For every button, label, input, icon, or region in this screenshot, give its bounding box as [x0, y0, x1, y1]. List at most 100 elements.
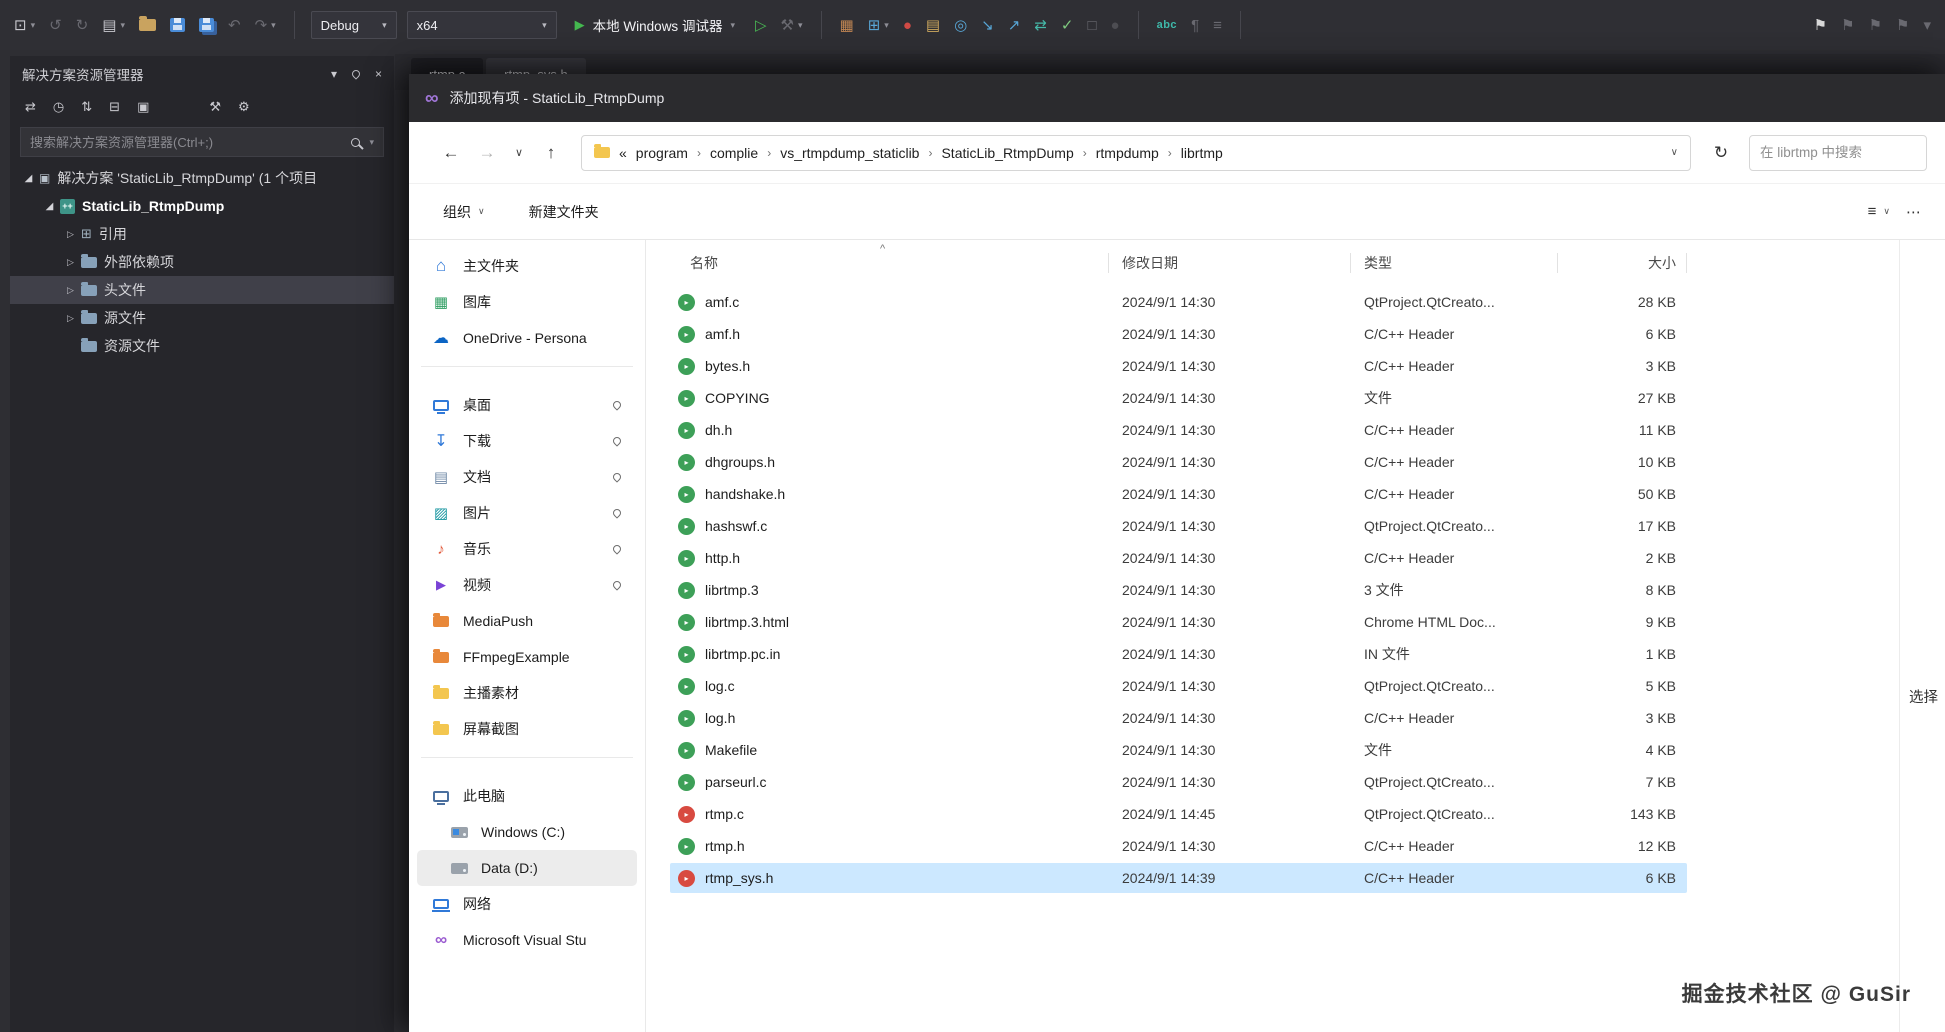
file-row-18[interactable]: ▸ rtmp_sys.h 2024/9/1 14:39 C/C++ Header 6 K… [646, 862, 1899, 894]
configuration-combo[interactable]: Debug ▾ [310, 11, 397, 39]
column-header-date[interactable]: 修改日期 [1108, 240, 1350, 286]
file-row-0[interactable]: ▸ amf.c 2024/9/1 14:30 QtProject.QtCreato..… [646, 286, 1899, 318]
sidebar-item-3[interactable]: 桌面 [417, 387, 637, 423]
breadcrumb-segment[interactable]: program [636, 145, 688, 161]
file-row-11[interactable]: ▸ librtmp.pc.in 2024/9/1 14:30 IN 文件 1 KB [646, 638, 1899, 670]
sync-active-document-icon[interactable]: ⇅ [81, 99, 92, 115]
line-list-icon[interactable]: ≡ [1211, 17, 1224, 34]
tree-item-6[interactable]: 资源文件 [10, 332, 394, 360]
start-without-debug-icon[interactable]: ▷ [753, 16, 769, 34]
recent-locations-button[interactable]: ∨ [505, 146, 533, 159]
back-button[interactable]: ← [433, 143, 469, 163]
tree-collapsed-arrow-icon[interactable]: ▷ [62, 229, 79, 240]
bookmark-icon[interactable]: ⚑ [1812, 16, 1829, 34]
up-button[interactable]: ↑ [533, 143, 569, 163]
sidebar-item-15[interactable]: Data (D:) [417, 850, 637, 886]
tree-expanded-arrow-icon[interactable]: ◢ [41, 201, 58, 212]
search-code-icon[interactable]: ◎ [952, 16, 969, 34]
file-row-2[interactable]: ▸ bytes.h 2024/9/1 14:30 C/C++ Header 3 KB [646, 350, 1899, 382]
toolbar-overflow-icon[interactable]: ▾ [1921, 16, 1933, 34]
build-target-icon[interactable]: ⚒ ▾ [779, 16, 805, 34]
auto-hide-pin-icon[interactable] [350, 68, 362, 80]
sidebar-item-11[interactable]: 主播素材 [417, 675, 637, 711]
file-row-10[interactable]: ▸ librtmp.3.html 2024/9/1 14:30 Chrome HTML… [646, 606, 1899, 638]
sidebar-item-5[interactable]: ▤ 文档 [417, 459, 637, 495]
address-dropdown-icon[interactable]: ∨ [1671, 147, 1678, 158]
tree-collapsed-arrow-icon[interactable]: ▷ [62, 313, 79, 324]
sidebar-item-9[interactable]: MediaPush [417, 603, 637, 639]
sidebar-item-0[interactable]: ⌂ 主文件夹 [417, 248, 637, 284]
tree-collapsed-arrow-icon[interactable]: ▷ [62, 257, 79, 268]
breadcrumb[interactable]: « program › complie › vs_rtmpdump_staticlib ›… [581, 134, 1691, 171]
sidebar-item-16[interactable]: 网络 [417, 886, 637, 922]
undo-icon[interactable]: ↶ [226, 16, 243, 34]
organize-button[interactable]: 组织 ∨ [443, 202, 485, 222]
file-row-7[interactable]: ▸ hashswf.c 2024/9/1 14:30 QtProject.QtCrea… [646, 510, 1899, 542]
run-tests-icon[interactable]: ✓ [1059, 16, 1076, 34]
file-row-14[interactable]: ▸ Makefile 2024/9/1 14:30 文件 4 KB [646, 734, 1899, 766]
column-header-name[interactable]: 名称 [646, 240, 1108, 286]
file-search-input[interactable] [1750, 145, 1926, 160]
step-into-icon[interactable]: ↘ [979, 16, 996, 34]
settings-icon[interactable]: ⚙ [238, 99, 250, 115]
sidebar-item-13[interactable]: 此电脑 [417, 778, 637, 814]
tree-collapsed-arrow-icon[interactable]: ▷ [62, 285, 79, 296]
save-all-icon[interactable] [197, 18, 216, 32]
breadcrumb-segment[interactable]: StaticLib_RtmpDump [941, 145, 1073, 161]
solution-search-input[interactable] [30, 134, 343, 150]
start-debug-button[interactable]: ▶ 本地 Windows 调试器 ▾ [567, 15, 743, 35]
lock-icon[interactable]: ● [1109, 17, 1122, 34]
stack-window-icon[interactable]: □ [1085, 17, 1098, 34]
tree-item-2[interactable]: ▷ ⊞ 引用 [10, 220, 394, 248]
forward-button[interactable]: → [469, 143, 505, 163]
sidebar-item-7[interactable]: ♪ 音乐 [417, 531, 637, 567]
spell-check-icon[interactable]: abc [1155, 19, 1179, 31]
paragraph-icon[interactable]: ¶ [1189, 17, 1201, 34]
pending-changes-icon[interactable]: ◷ [53, 99, 64, 115]
switch-views-icon[interactable]: ⇄ [25, 99, 36, 115]
sidebar-item-8[interactable]: ▶ 视频 [417, 567, 637, 603]
memory-window-icon[interactable]: ▤ [924, 16, 942, 34]
sidebar-item-6[interactable]: ▨ 图片 [417, 495, 637, 531]
breadcrumb-segment[interactable]: complie [710, 145, 758, 161]
file-row-8[interactable]: ▸ http.h 2024/9/1 14:30 C/C++ Header 2 KB [646, 542, 1899, 574]
refresh-button[interactable]: ↻ [1703, 143, 1739, 163]
file-row-4[interactable]: ▸ dh.h 2024/9/1 14:30 C/C++ Header 11 KB [646, 414, 1899, 446]
new-folder-button[interactable]: 新建文件夹 [529, 202, 599, 222]
save-icon[interactable] [168, 18, 187, 32]
step-out-icon[interactable]: ↗ [1006, 16, 1023, 34]
file-row-12[interactable]: ▸ log.c 2024/9/1 14:30 QtProject.QtCreato..… [646, 670, 1899, 702]
window-layout-icon[interactable]: ⊡ ▾ [12, 16, 37, 34]
more-options-icon[interactable]: ⋯ [1906, 203, 1921, 221]
sidebar-item-2[interactable]: ☁ OneDrive - Persona [417, 320, 637, 356]
file-row-15[interactable]: ▸ parseurl.c 2024/9/1 14:30 QtProject.QtCre… [646, 766, 1899, 798]
tree-item-0[interactable]: ◢ ▣ 解决方案 'StaticLib_RtmpDump' (1 个项目 [10, 164, 394, 192]
sidebar-item-4[interactable]: ↧ 下载 [417, 423, 637, 459]
breadcrumb-segment[interactable]: vs_rtmpdump_staticlib [780, 145, 919, 161]
home-view-icon[interactable]: ▣ [137, 99, 149, 115]
file-row-9[interactable]: ▸ librtmp.3 2024/9/1 14:30 3 文件 8 KB [646, 574, 1899, 606]
redo-icon[interactable]: ↷ ▾ [253, 16, 278, 34]
file-row-3[interactable]: ▸ COPYING 2024/9/1 14:30 文件 27 KB [646, 382, 1899, 414]
sidebar-item-12[interactable]: 屏幕截图 [417, 711, 637, 747]
tree-item-5[interactable]: ▷ 源文件 [10, 304, 394, 332]
tree-expanded-arrow-icon[interactable]: ◢ [20, 173, 37, 184]
sidebar-item-14[interactable]: Windows (C:) [417, 814, 637, 850]
tree-item-4[interactable]: ▷ 头文件 [10, 276, 394, 304]
bookmark-next-icon[interactable]: ⚑ [1867, 16, 1884, 34]
window-split-icon[interactable]: ⊞ ▾ [866, 16, 891, 34]
breadcrumb-segment[interactable]: rtmpdump [1096, 145, 1159, 161]
sidebar-item-1[interactable]: ▦ 图库 [417, 284, 637, 320]
file-row-17[interactable]: ▸ rtmp.h 2024/9/1 14:30 C/C++ Header 12 KB [646, 830, 1899, 862]
sync-icon[interactable]: ⇄ [1032, 16, 1049, 34]
file-row-13[interactable]: ▸ log.h 2024/9/1 14:30 C/C++ Header 3 KB [646, 702, 1899, 734]
view-mode-button[interactable]: ≡ ∨ [1868, 203, 1890, 220]
bookmark-clear-icon[interactable]: ⚑ [1894, 16, 1911, 34]
sidebar-item-17[interactable]: ∞ Microsoft Visual Stu [417, 922, 637, 958]
breadcrumb-segment[interactable]: librtmp [1181, 145, 1223, 161]
column-header-type[interactable]: 类型 [1350, 240, 1557, 286]
new-file-icon[interactable]: ▤ ▾ [100, 16, 127, 34]
breakpoint-icon[interactable]: ● [901, 17, 914, 34]
nav-back-icon[interactable]: ↺ [47, 16, 64, 34]
properties-icon[interactable]: ⚒ [209, 99, 221, 115]
